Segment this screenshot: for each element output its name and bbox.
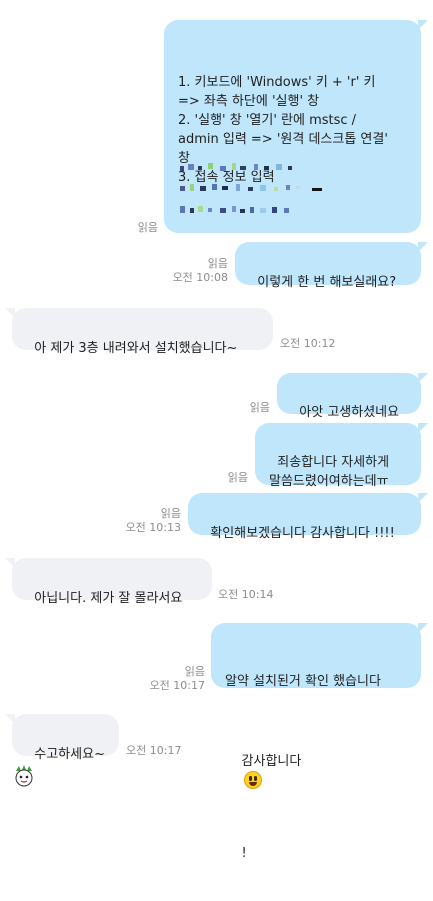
message-meta: 오전 10:12	[280, 337, 360, 351]
message-text: 이렇게 한 번 해보실래요?	[257, 275, 397, 290]
timestamp: 오전 10:14	[218, 588, 274, 601]
message-meta: 읽음 오전 10:17	[128, 665, 205, 693]
message-text: 아 제가 3층 내려와서 설치했습니다~	[34, 341, 238, 356]
message-bubble[interactable]: 이렇게 한 번 해보실래요?	[235, 242, 428, 290]
message-text: 아앗 고생하셨네요	[299, 405, 400, 420]
timestamp: 오전 10:12	[280, 337, 336, 350]
message-bubble[interactable]: 아앗 고생하셨네요	[277, 373, 428, 420]
timestamp: 오전 10:08	[172, 271, 228, 284]
character-avatar-icon	[15, 765, 33, 787]
timestamp: 오전 10:13	[125, 521, 181, 534]
message-text-line2: 감사합니다 !	[225, 733, 407, 882]
timestamp: 오전 10:17	[126, 744, 182, 757]
message-bubble[interactable]: 알약 설치된거 확인 했습니다 감사합니다 !	[211, 623, 428, 861]
message-text: !	[241, 846, 247, 861]
read-receipt: 읽음	[137, 221, 158, 234]
message-meta: 읽음 오전 10:08	[150, 257, 228, 285]
message-meta: 읽음	[110, 221, 158, 235]
message-meta: 오전 10:17	[126, 744, 206, 758]
message-bubble[interactable]: 확인해보겠습니다 감사합니다 !!!!	[188, 493, 428, 541]
message-text: 확인해보겠습니다 감사합니다 !!!!	[210, 526, 395, 541]
sender-avatar[interactable]	[12, 765, 36, 787]
message-bubble[interactable]: 죄송합니다 자세하게 말씀드렸어여하는데ㅠ	[255, 423, 428, 489]
message-bubble-instructions[interactable]: 1. 키보드에 'Windows' 키 + 'r' 키 => 좌측 하단에 '실…	[164, 20, 428, 233]
message-meta: 읽음	[210, 401, 270, 415]
read-receipt: 읽음	[207, 257, 228, 270]
message-text: 감사합니다	[241, 754, 306, 769]
message-bubble[interactable]: 아 제가 3층 내려와서 설치했습니다~	[5, 308, 273, 356]
read-receipt: 읽음	[160, 507, 181, 520]
message-text: 죄송합니다 자세하게 말씀드렸어여하는데ㅠ	[269, 455, 390, 489]
message-bubble[interactable]: 수고하세요~	[5, 714, 119, 762]
redacted-info-block	[180, 160, 340, 220]
message-text: 아닙니다. 제가 잘 몰라서요	[34, 591, 183, 606]
message-meta: 읽음	[190, 471, 248, 485]
message-text: 알약 설치된거 확인 했습니다	[225, 674, 381, 689]
message-meta: 읽음 오전 10:13	[108, 507, 181, 535]
message-text: 수고하세요~	[34, 747, 105, 762]
read-receipt: 읽음	[227, 471, 248, 484]
message-meta: 오전 10:14	[218, 588, 298, 602]
timestamp: 오전 10:17	[149, 679, 205, 692]
read-receipt: 읽음	[184, 665, 205, 678]
grinning-emoji-icon	[243, 771, 262, 789]
message-bubble[interactable]: 아닙니다. 제가 잘 몰라서요	[5, 558, 212, 606]
read-receipt: 읽음	[249, 401, 270, 414]
